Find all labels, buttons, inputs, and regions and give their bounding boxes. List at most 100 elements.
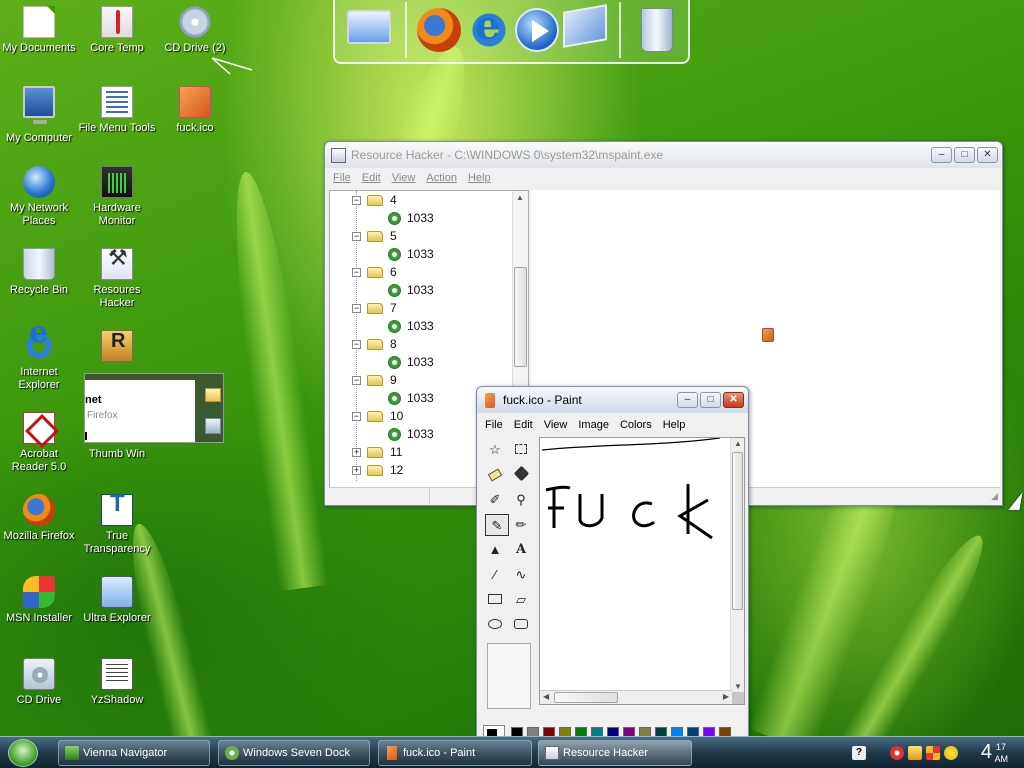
- recycle-bin-icon[interactable]: [641, 8, 673, 52]
- desktop-icon-internet-explorer[interactable]: Internet Explorer: [0, 326, 78, 392]
- rectangle-icon[interactable]: [483, 589, 507, 611]
- desktop-icon-my-network-places[interactable]: My Network Places: [0, 166, 78, 228]
- tree-resource-row[interactable]: 1033: [388, 425, 434, 443]
- scroll-right-arrow[interactable]: ▶: [723, 692, 729, 701]
- tree-resource-row[interactable]: 1033: [388, 209, 434, 227]
- desktop-icon-true-transparency[interactable]: True Transparency: [78, 494, 156, 556]
- menu-help[interactable]: Help: [663, 419, 686, 431]
- desktop-icon-acrobat-reader[interactable]: Acrobat Reader 5.0: [0, 412, 78, 474]
- expand-icon[interactable]: +: [352, 448, 361, 458]
- drawing-canvas[interactable]: [540, 438, 732, 692]
- airbrush-icon[interactable]: ▲: [483, 539, 507, 561]
- task-resource-hacker[interactable]: Resource Hacker: [538, 740, 692, 766]
- close-button[interactable]: ✕: [723, 392, 744, 408]
- desktop-icon-yzshadow[interactable]: YzShadow: [78, 658, 156, 707]
- menu-view[interactable]: View: [392, 172, 416, 184]
- desktop-icon-resoures-hacker[interactable]: Resoures Hacker: [78, 248, 156, 310]
- desktop-icon-fuck-ico[interactable]: fuck.ico: [156, 86, 234, 135]
- scroll-up-arrow[interactable]: ▲: [516, 193, 524, 202]
- desktop-icon-msn-installer[interactable]: MSN Installer: [0, 576, 78, 625]
- desktop-icon-my-computer[interactable]: My Computer: [0, 86, 78, 145]
- horizontal-scrollbar[interactable]: ◀ ▶: [540, 690, 732, 704]
- menu-action[interactable]: Action: [426, 172, 457, 184]
- magnifier-icon[interactable]: ⚲: [509, 489, 533, 511]
- scrollbar-thumb[interactable]: [514, 267, 527, 367]
- tree-folder-row[interactable]: +11: [352, 443, 402, 461]
- desktop-icon-my-documents[interactable]: My Documents: [0, 6, 78, 55]
- tree-resource-row[interactable]: 1033: [388, 317, 434, 335]
- tree-resource-row[interactable]: 1033: [388, 245, 434, 263]
- title-bar[interactable]: Resource Hacker - C:\WINDOWS 0\system32\…: [325, 142, 1002, 168]
- smiley-tray-icon[interactable]: [944, 746, 958, 760]
- brush-icon[interactable]: ✏: [509, 514, 533, 536]
- task-vienna-navigator[interactable]: Vienna Navigator: [58, 740, 210, 766]
- fill-bucket-icon[interactable]: [509, 464, 533, 486]
- tree-folder-row[interactable]: −5: [352, 227, 397, 245]
- menu-colors[interactable]: Colors: [620, 419, 652, 431]
- scrollbar-thumb[interactable]: [732, 452, 743, 610]
- collapse-icon[interactable]: −: [352, 376, 361, 386]
- windows-icon[interactable]: [563, 4, 607, 48]
- start-button[interactable]: [8, 739, 38, 767]
- menu-view[interactable]: View: [544, 419, 568, 431]
- task-windows-seven-dock[interactable]: Windows Seven Dock: [218, 740, 370, 766]
- menu-image[interactable]: Image: [578, 419, 609, 431]
- scroll-left-arrow[interactable]: ◀: [543, 692, 549, 701]
- internet-explorer-icon[interactable]: [467, 2, 511, 52]
- scroll-down-arrow[interactable]: ▼: [734, 682, 742, 691]
- collapse-icon[interactable]: −: [352, 268, 361, 278]
- grid-tray-icon[interactable]: [926, 746, 940, 760]
- collapse-icon[interactable]: −: [352, 196, 361, 206]
- menu-file[interactable]: File: [485, 419, 503, 431]
- maximize-button[interactable]: □: [954, 147, 975, 163]
- title-bar[interactable]: fuck.ico - Paint – □ ✕: [477, 387, 748, 413]
- rounded-rectangle-icon[interactable]: [509, 614, 533, 636]
- desktop-icon-r-app[interactable]: [78, 330, 156, 366]
- minimize-button[interactable]: –: [677, 392, 698, 408]
- help-icon[interactable]: ?: [852, 746, 866, 760]
- desktop-icon-file-menu-tools[interactable]: File Menu Tools: [78, 86, 156, 135]
- tree-folder-row[interactable]: − 10: [352, 407, 403, 425]
- pencil-icon[interactable]: ✎: [485, 514, 509, 536]
- color-picker-icon[interactable]: ✐: [483, 489, 507, 511]
- tree-resource-row[interactable]: 1033: [388, 353, 434, 371]
- tree-folder-row[interactable]: −8: [352, 335, 397, 353]
- firefox-icon[interactable]: [417, 8, 461, 52]
- desktop-icon-thumb-win[interactable]: Thumb Win: [78, 448, 156, 461]
- scroll-up-arrow[interactable]: ▲: [734, 439, 742, 448]
- ellipse-icon[interactable]: [483, 614, 507, 636]
- eraser-icon[interactable]: [483, 464, 507, 486]
- tree-resource-row[interactable]: 1033: [388, 281, 434, 299]
- menu-file[interactable]: File: [333, 172, 351, 184]
- menu-edit[interactable]: Edit: [514, 419, 533, 431]
- collapse-icon[interactable]: −: [352, 340, 361, 350]
- menu-help[interactable]: Help: [468, 172, 491, 184]
- maximize-button[interactable]: □: [700, 392, 721, 408]
- resize-grip[interactable]: ◢: [991, 491, 998, 502]
- rect-select-icon[interactable]: [509, 439, 533, 461]
- tree-folder-row[interactable]: −4: [352, 191, 397, 209]
- monitor-icon[interactable]: [347, 10, 391, 44]
- desktop-icon-cd-drive[interactable]: CD Drive: [0, 658, 78, 707]
- line-icon[interactable]: ∕: [483, 564, 507, 586]
- desktop-icon-cd-drive-2[interactable]: CD Drive (2): [156, 6, 234, 55]
- menu-edit[interactable]: Edit: [362, 172, 381, 184]
- close-button[interactable]: ✕: [977, 147, 998, 163]
- tree-folder-row[interactable]: +12: [352, 461, 403, 479]
- desktop-icon-hardware-monitor[interactable]: Hardware Monitor: [78, 166, 156, 228]
- expand-icon[interactable]: +: [352, 466, 361, 476]
- collapse-icon[interactable]: −: [352, 412, 361, 422]
- scrollbar-thumb[interactable]: [554, 692, 618, 703]
- minimize-button[interactable]: –: [931, 147, 952, 163]
- desktop-icon-ultra-explorer[interactable]: Ultra Explorer: [78, 576, 156, 625]
- desktop-icon-mozilla-firefox[interactable]: Mozilla Firefox: [0, 494, 78, 543]
- tree-folder-row[interactable]: −6: [352, 263, 397, 281]
- text-icon[interactable]: A: [509, 539, 533, 561]
- collapse-icon[interactable]: −: [352, 232, 361, 242]
- tree-resource-row[interactable]: 1033: [388, 389, 434, 407]
- task-paint[interactable]: fuck.ico - Paint: [378, 740, 532, 766]
- thumbnail-preview[interactable]: net Firefox: [84, 373, 224, 443]
- shield-tray-icon[interactable]: [908, 746, 922, 760]
- free-select-icon[interactable]: ☆: [483, 439, 507, 461]
- desktop-icon-core-temp[interactable]: Core Temp: [78, 6, 156, 55]
